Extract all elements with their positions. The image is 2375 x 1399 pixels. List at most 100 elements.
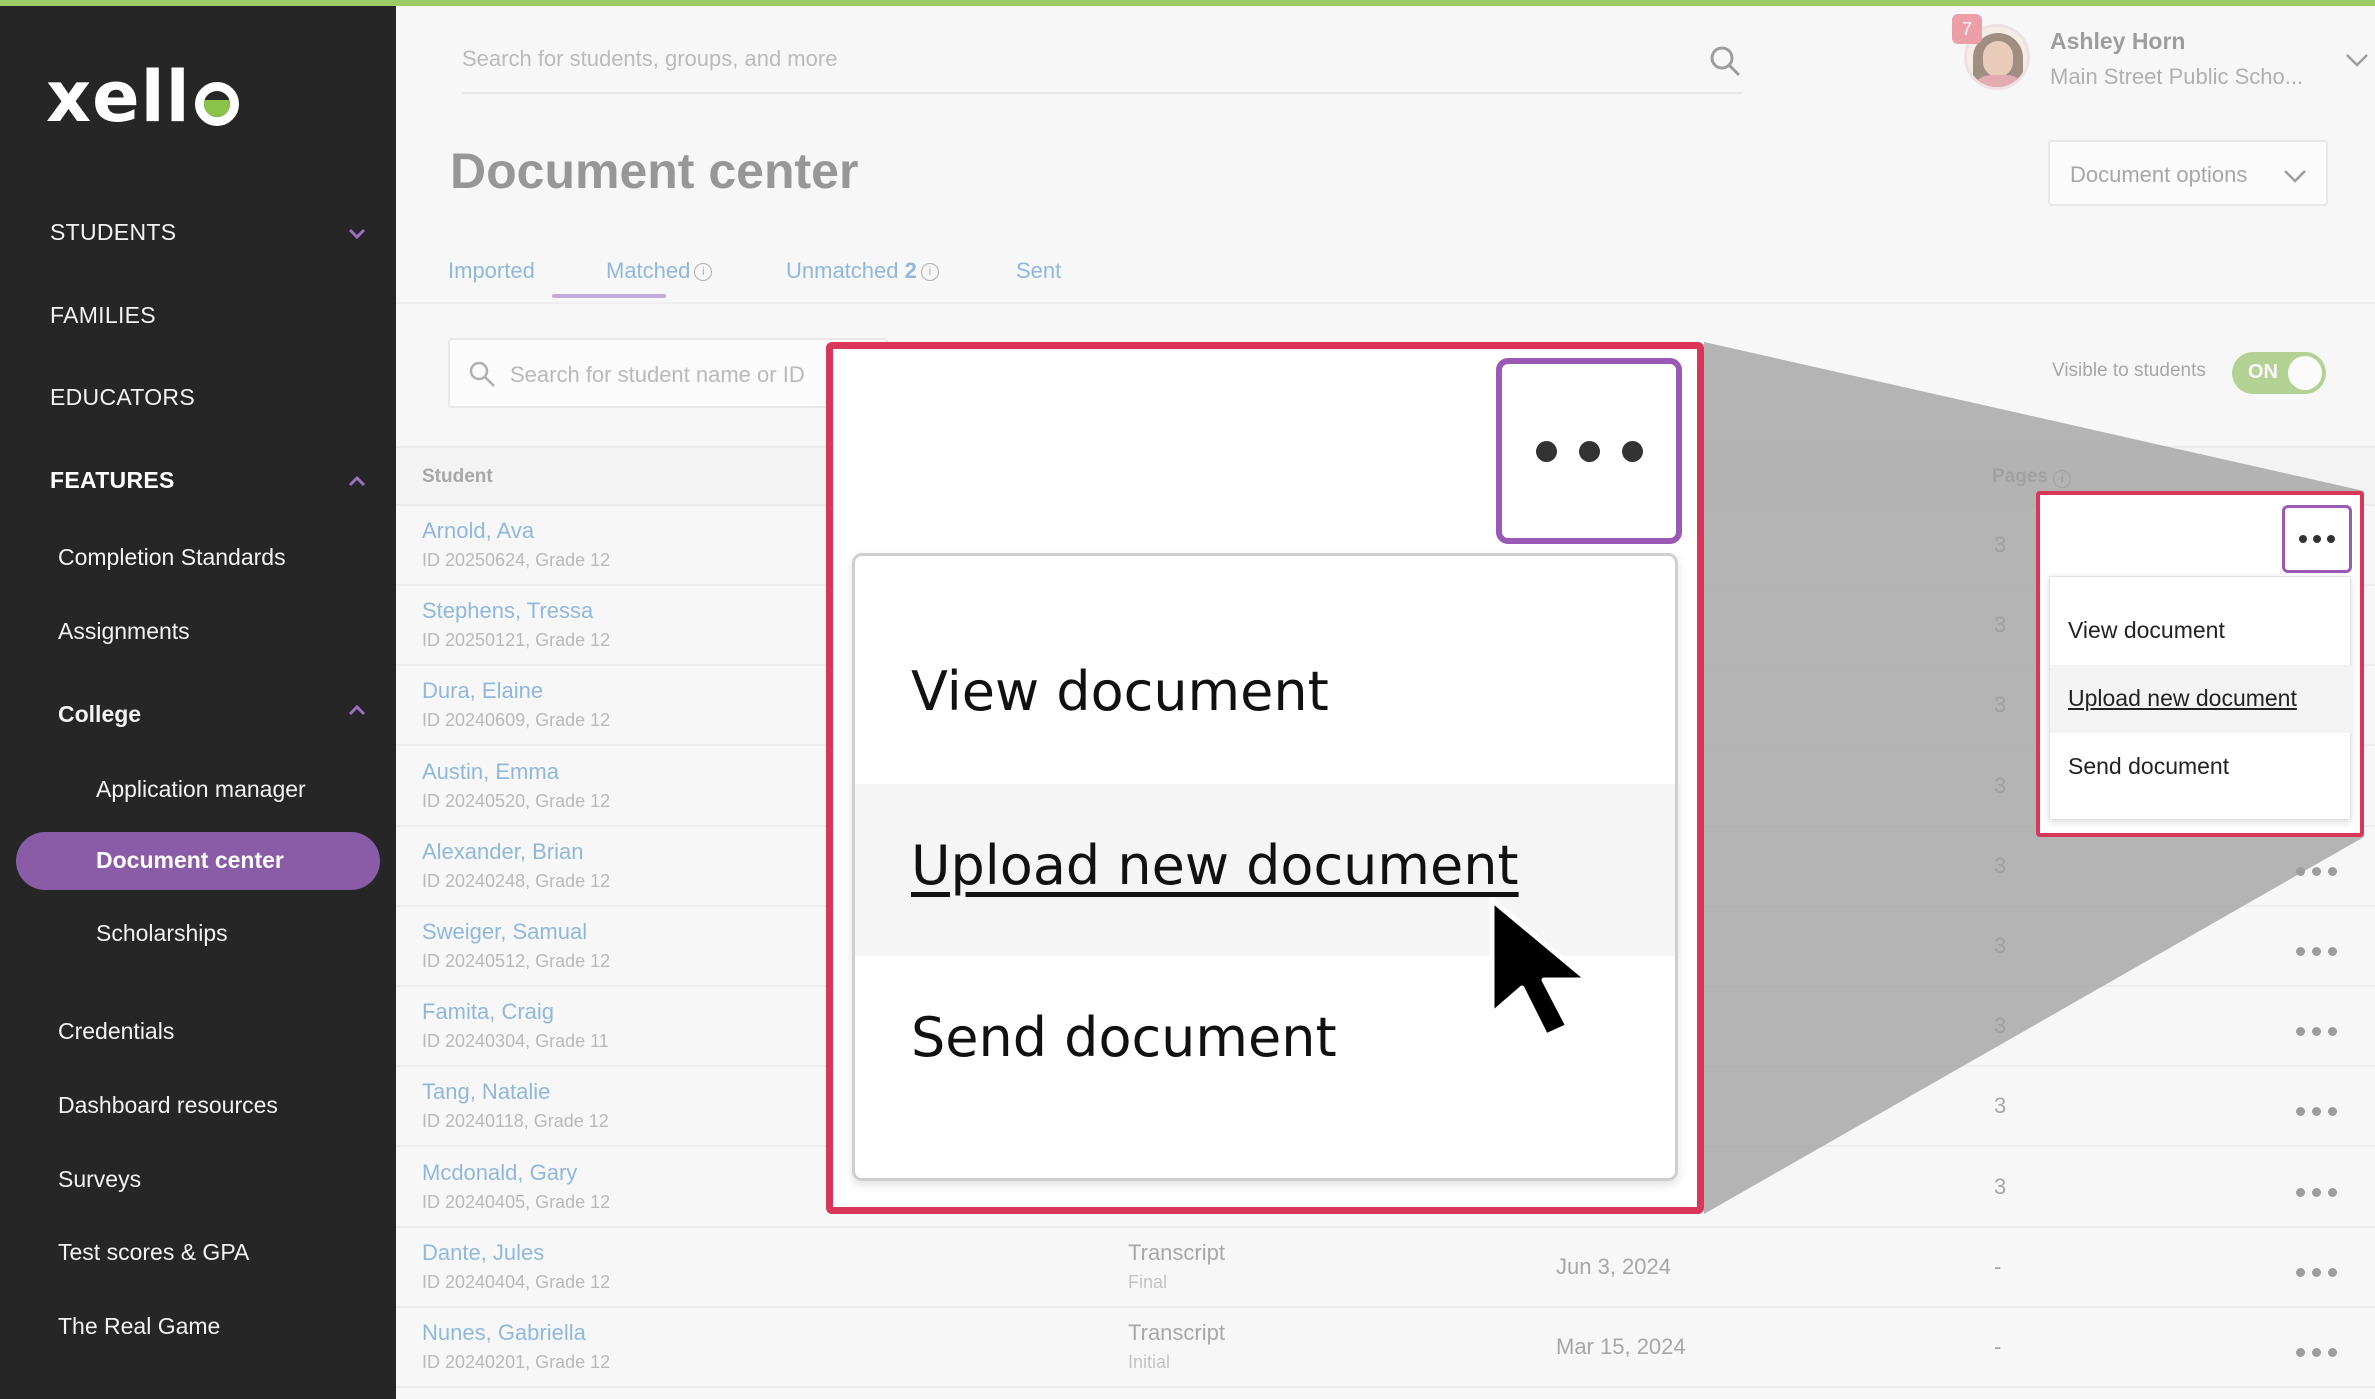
student-id: ID 20250624, Grade 12 [422, 550, 611, 570]
tab-count: 2 [904, 258, 917, 283]
xello-logo[interactable]: xell [46, 62, 239, 132]
student-name-link[interactable]: Stephens, Tressa [422, 598, 593, 624]
sidebar-item-surveys[interactable]: Surveys [58, 1166, 141, 1193]
sidebar-item-students[interactable]: STUDENTS [50, 219, 366, 246]
column-header-student[interactable]: Student [422, 466, 493, 488]
student-name-link[interactable]: Famita, Craig [422, 999, 554, 1025]
page-count: 3 [1994, 852, 2007, 878]
active-tab-indicator [552, 294, 666, 298]
global-search[interactable]: Search for students, groups, and more [462, 36, 1742, 94]
column-header-pages[interactable]: Pages i [1992, 466, 2072, 488]
info-icon[interactable]: i [694, 263, 713, 282]
sidebar-item-credentials[interactable]: Credentials [58, 1018, 174, 1045]
info-icon[interactable]: i [920, 263, 939, 282]
sidebar-item-test-scores[interactable]: Test scores & GPA [58, 1239, 249, 1266]
student-search-placeholder: Search for student name or ID [510, 362, 805, 387]
menu-item-upload-new-document[interactable]: Upload new document [911, 834, 1519, 897]
notification-badge[interactable]: 7 [1952, 14, 1982, 44]
sidebar-item-families[interactable]: FAMILIES [50, 302, 156, 329]
student-name-link[interactable]: Nunes, Gabriella [422, 1320, 586, 1346]
sidebar-item-completion-standards[interactable]: Completion Standards [58, 544, 286, 571]
tab-label: Matched [606, 258, 691, 283]
logo-text: xell [46, 56, 191, 138]
row-more-options-button[interactable] [2296, 1023, 2344, 1037]
student-name-link[interactable]: Alexander, Brian [422, 839, 583, 865]
table-row[interactable]: Dante, Jules ID 20240404, Grade 12 Transcr… [396, 1228, 2375, 1308]
tab-label: Imported [448, 258, 535, 283]
tab-unmatched[interactable]: Unmatched 2i [786, 258, 939, 284]
chevron-up-icon [348, 475, 366, 486]
menu-item-view-document[interactable]: View document [2068, 617, 2225, 644]
chevron-up-icon [348, 704, 366, 716]
student-id: ID 20240609, Grade 12 [422, 710, 611, 731]
page-count: 3 [1994, 933, 2007, 958]
row-more-options-button[interactable] [2296, 1344, 2344, 1357]
info-icon[interactable]: i [2053, 470, 2072, 488]
table-row[interactable]: Nunes, Gabriella ID 20240201, Grade 12 Tra… [396, 1308, 2375, 1388]
sidebar-item-label: FAMILIES [50, 302, 156, 328]
sidebar-item-label: STUDENTS [50, 219, 177, 245]
page-count: - [1994, 1253, 2002, 1279]
row-more-options-button[interactable] [2296, 1184, 2344, 1197]
visible-to-students-label: Visible to students [2052, 360, 2206, 381]
document-type: Transcript [1128, 1320, 1225, 1345]
user-menu[interactable]: 7 Ashley Horn Main Street Public Scho... [1952, 14, 2368, 96]
more-options-button-zoomed[interactable] [1496, 358, 1682, 544]
sidebar-item-scholarships[interactable]: Scholarships [96, 920, 228, 947]
page-count: 3 [1994, 692, 2007, 718]
toggle-label: ON [2248, 361, 2278, 383]
student-search-input[interactable]: Search for student name or ID [448, 338, 888, 408]
sidebar-item-assignments[interactable]: Assignments [58, 618, 190, 645]
tab-imported[interactable]: Imported [448, 258, 535, 284]
sidebar-item-document-center[interactable]: Document center [16, 832, 380, 890]
menu-item-upload-new-document[interactable]: Upload new document [2068, 685, 2297, 712]
document-options-button[interactable]: Document options [2048, 140, 2328, 206]
student-name-link[interactable]: Sweiger, Samual [422, 919, 587, 945]
actions-menu-zoomed: View document Upload new document Send d… [852, 553, 1678, 1181]
sidebar-item-label: College [58, 701, 142, 727]
logo-o-mark [194, 82, 239, 126]
page-count: 3 [1994, 1013, 2007, 1039]
menu-item-view-document[interactable]: View document [911, 660, 1329, 723]
page-count: 3 [1994, 532, 2007, 557]
sidebar-item-the-real-game[interactable]: The Real Game [58, 1313, 220, 1340]
sidebar-item-college[interactable]: College [58, 701, 366, 728]
menu-item-send-document[interactable]: Send document [911, 1006, 1337, 1069]
row-more-options-button[interactable] [2296, 1103, 2344, 1117]
row-more-options-button[interactable] [2296, 1264, 2344, 1277]
document-date: Mar 15, 2024 [1556, 1334, 1686, 1359]
search-icon[interactable] [1708, 44, 1742, 78]
sidebar-item-application-manager[interactable]: Application manager [96, 776, 306, 803]
chevron-down-icon[interactable] [2344, 46, 2370, 72]
mouse-cursor-icon [1489, 897, 1591, 1039]
user-name: Ashley Horn [2050, 28, 2186, 54]
page-count: 3 [1994, 772, 2007, 798]
tab-sent[interactable]: Sent [1016, 258, 1061, 284]
document-type: Transcript [1128, 1239, 1225, 1265]
sidebar-item-label: Document center [96, 847, 284, 873]
page-count: - [1994, 1334, 2002, 1359]
tab-divider [396, 302, 2375, 304]
student-name-link[interactable]: Dura, Elaine [422, 678, 543, 704]
row-more-options-button[interactable] [2296, 943, 2344, 956]
student-name-link[interactable]: Austin, Emma [422, 759, 559, 785]
student-name-link[interactable]: Mcdonald, Gary [422, 1160, 577, 1186]
actions-menu-small: View document Upload new document Send d… [2049, 576, 2352, 820]
visible-to-students-toggle[interactable]: ON [2232, 352, 2326, 394]
student-id: ID 20240118, Grade 12 [422, 1111, 609, 1132]
student-name-link[interactable]: Dante, Jules [422, 1240, 544, 1266]
sidebar-item-features[interactable]: FEATURES [50, 467, 366, 494]
student-name-link[interactable]: Arnold, Ava [422, 518, 534, 544]
sidebar-item-dashboard-resources[interactable]: Dashboard resources [58, 1092, 278, 1119]
row-more-options-button[interactable] [2296, 863, 2344, 876]
tab-label: Unmatched [786, 258, 899, 283]
sidebar-item-educators[interactable]: EDUCATORS [50, 384, 195, 411]
student-id: ID 20250121, Grade 12 [422, 630, 611, 651]
student-id: ID 20240201, Grade 12 [422, 1352, 611, 1372]
menu-item-send-document[interactable]: Send document [2068, 753, 2229, 780]
student-name-link[interactable]: Tang, Natalie [422, 1079, 550, 1105]
student-id: ID 20240405, Grade 12 [422, 1191, 611, 1212]
student-id: ID 20240248, Grade 12 [422, 870, 611, 891]
tab-matched[interactable]: Matched i [606, 258, 713, 284]
more-options-button[interactable] [2282, 505, 2352, 573]
